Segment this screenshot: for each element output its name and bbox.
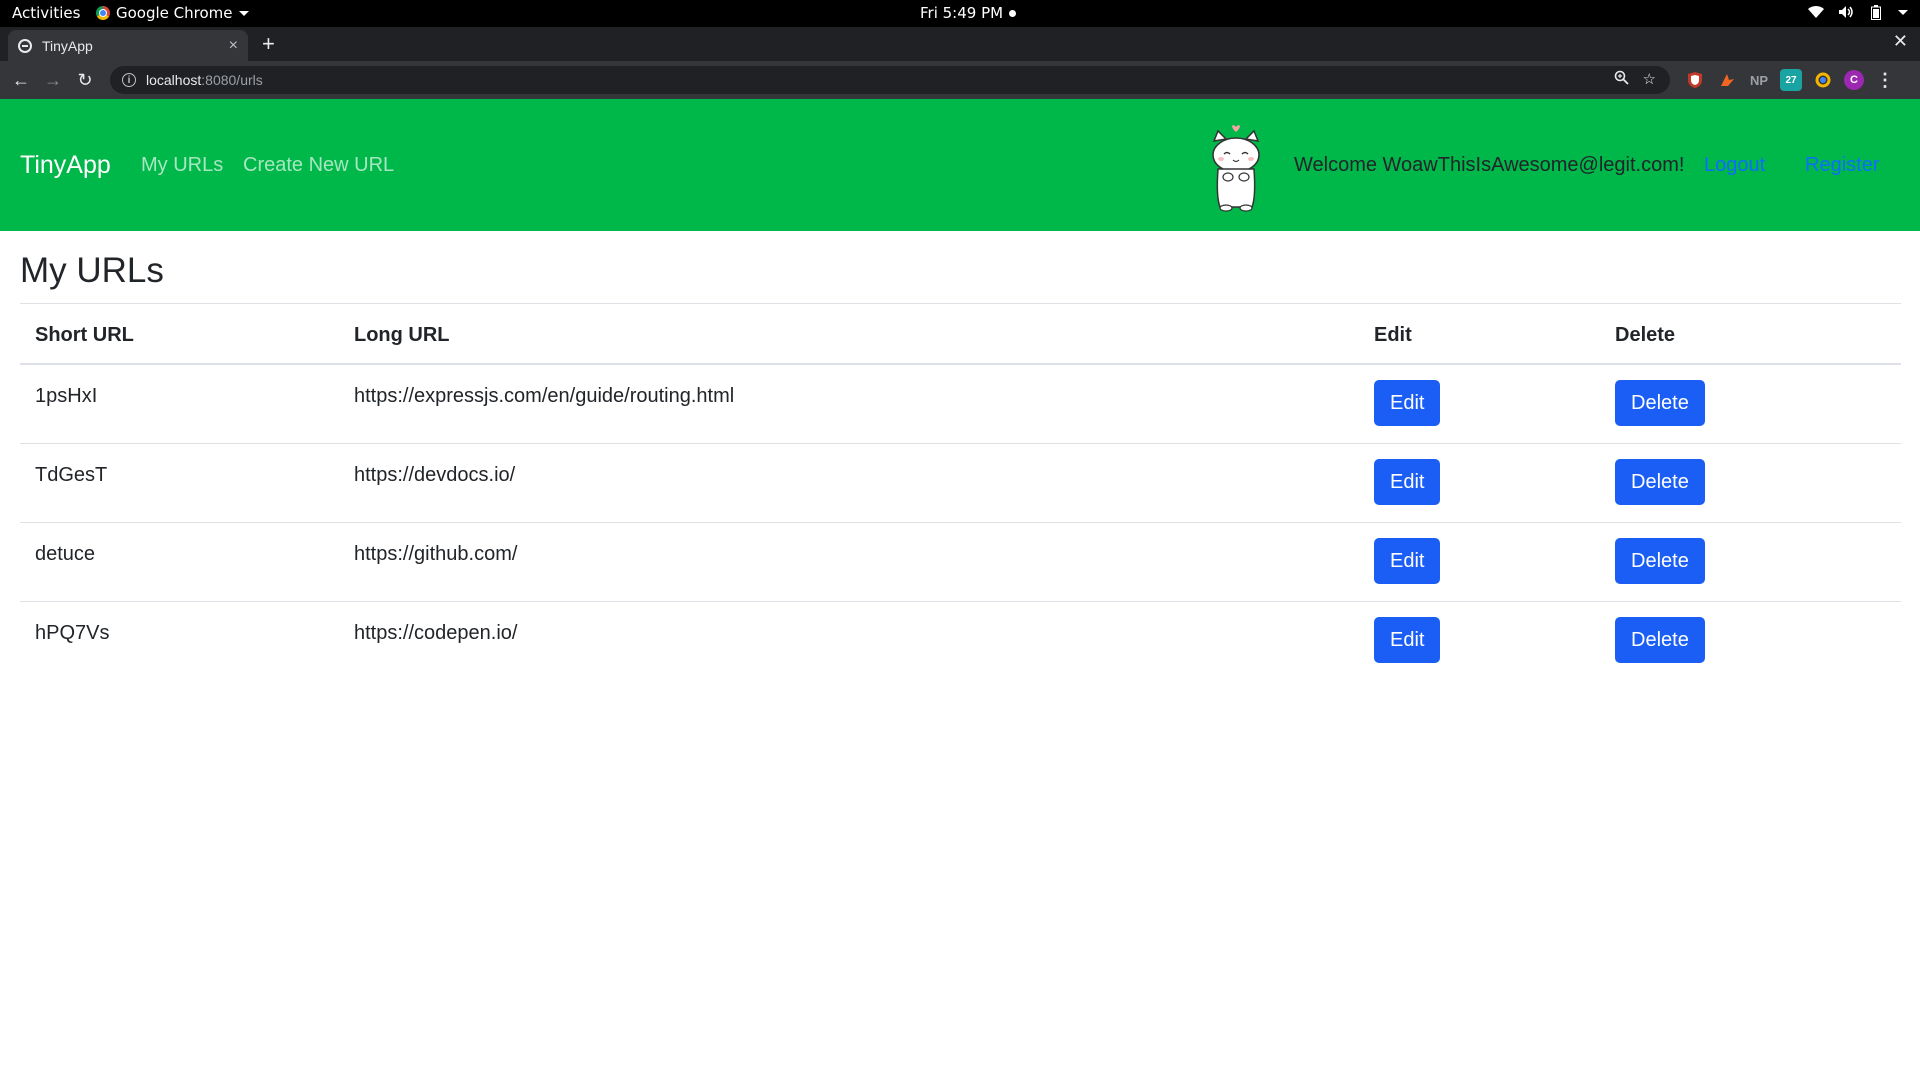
- tab-strip: TinyApp × + ✕: [0, 27, 1920, 61]
- short-url-cell: detuce: [20, 522, 339, 602]
- extension-np-icon[interactable]: NP: [1748, 69, 1770, 91]
- long-url-cell: https://devdocs.io/: [339, 443, 1359, 523]
- new-tab-button[interactable]: +: [262, 32, 275, 56]
- extension-calendar-icon[interactable]: 27: [1780, 69, 1802, 91]
- nav-create-new-url[interactable]: Create New URL: [243, 154, 394, 177]
- app-menu[interactable]: Google Chrome: [96, 4, 249, 22]
- extension-orange-icon[interactable]: [1716, 69, 1738, 91]
- address-bar[interactable]: i localhost:8080/urls ☆: [110, 66, 1670, 94]
- browser-toolbar: ← → ↻ i localhost:8080/urls ☆ NP 27 C ⋮: [0, 61, 1920, 99]
- extensions: NP 27 C ⋮: [1684, 69, 1896, 91]
- cat-mascot-icon: [1212, 125, 1260, 212]
- edit-button[interactable]: Edit: [1374, 458, 1441, 505]
- header-edit: Edit: [1359, 303, 1600, 365]
- table-row: 1psHxI https://expressjs.com/en/guide/ro…: [20, 364, 1901, 444]
- clock-label: Fri 5:49 PM: [920, 4, 1004, 22]
- activities-button[interactable]: Activities: [12, 4, 80, 22]
- nav-my-urls[interactable]: My URLs: [141, 154, 223, 177]
- register-link[interactable]: Register: [1805, 154, 1879, 177]
- url-path: :8080/urls: [201, 72, 263, 88]
- ublock-shield-icon[interactable]: [1684, 69, 1706, 91]
- table-row: detuce https://github.com/ Edit Delete: [20, 522, 1901, 602]
- system-menu-chevron-icon: [1898, 9, 1908, 15]
- short-url-cell: hPQ7Vs: [35, 621, 110, 644]
- system-tray[interactable]: [1808, 4, 1908, 20]
- header-long-url: Long URL: [339, 303, 1359, 365]
- urls-table: Short URL Long URL Edit Delete 1psHxI ht…: [20, 303, 1901, 680]
- app-navbar: TinyApp My URLs Create New URL Welcome W…: [0, 99, 1920, 231]
- chevron-down-icon: [238, 10, 249, 16]
- profile-avatar[interactable]: C: [1844, 70, 1864, 90]
- close-tab-icon[interactable]: ×: [229, 37, 238, 55]
- table-header-row: Short URL Long URL Edit Delete: [20, 303, 1901, 365]
- delete-button[interactable]: Delete: [1615, 458, 1705, 505]
- reload-button[interactable]: ↻: [74, 69, 96, 91]
- main-content: My URLs Short URL Long URL Edit Delete 1…: [20, 231, 1901, 680]
- short-url-cell: 1psHxI: [20, 364, 339, 444]
- header-short-url: Short URL: [20, 303, 339, 365]
- app-menu-label: Google Chrome: [116, 4, 233, 22]
- url-host: localhost: [146, 72, 202, 88]
- page-title: My URLs: [20, 251, 164, 290]
- header-delete: Delete: [1600, 303, 1901, 365]
- notification-dot-icon: [1009, 9, 1017, 17]
- long-url-cell: https://expressjs.com/en/guide/routing.h…: [339, 364, 1359, 444]
- close-window-button[interactable]: ✕: [1893, 31, 1908, 52]
- logout-link[interactable]: Logout: [1704, 154, 1765, 177]
- zoom-icon[interactable]: [1614, 70, 1629, 89]
- globe-icon: [18, 38, 32, 53]
- extension-colorful-icon[interactable]: [1812, 69, 1834, 91]
- os-top-bar: Activities Google Chrome Fri 5:49 PM: [0, 0, 1920, 27]
- tab-title: TinyApp: [42, 37, 93, 54]
- volume-icon: [1838, 4, 1854, 20]
- browser-menu-icon[interactable]: ⋮: [1874, 69, 1896, 91]
- delete-button[interactable]: Delete: [1615, 616, 1705, 663]
- battery-icon: [1868, 4, 1884, 20]
- tab-tinyapp[interactable]: TinyApp ×: [8, 30, 248, 61]
- brand-link[interactable]: TinyApp: [20, 151, 111, 180]
- welcome-message: Welcome WoawThisIsAwesome@legit.com!: [1294, 154, 1685, 176]
- chrome-icon: [96, 6, 110, 20]
- back-button[interactable]: ←: [10, 69, 32, 91]
- long-url-cell: https://codepen.io/: [354, 621, 518, 644]
- info-icon[interactable]: i: [122, 73, 136, 87]
- forward-button[interactable]: →: [42, 69, 64, 91]
- long-url-cell: https://github.com/: [339, 522, 1359, 602]
- edit-button[interactable]: Edit: [1374, 380, 1441, 426]
- bookmark-star-icon[interactable]: ☆: [1643, 70, 1656, 89]
- clock[interactable]: Fri 5:49 PM: [920, 4, 1017, 22]
- table-row: hPQ7Vs https://codepen.io/ Edit Delete: [20, 601, 1901, 680]
- delete-button[interactable]: Delete: [1615, 380, 1705, 426]
- edit-button[interactable]: Edit: [1374, 537, 1441, 584]
- delete-button[interactable]: Delete: [1615, 537, 1705, 584]
- edit-button[interactable]: Edit: [1374, 616, 1441, 663]
- wifi-icon: [1808, 4, 1824, 20]
- table-row: TdGesT https://devdocs.io/ Edit Delete: [20, 443, 1901, 523]
- short-url-cell: TdGesT: [20, 443, 339, 523]
